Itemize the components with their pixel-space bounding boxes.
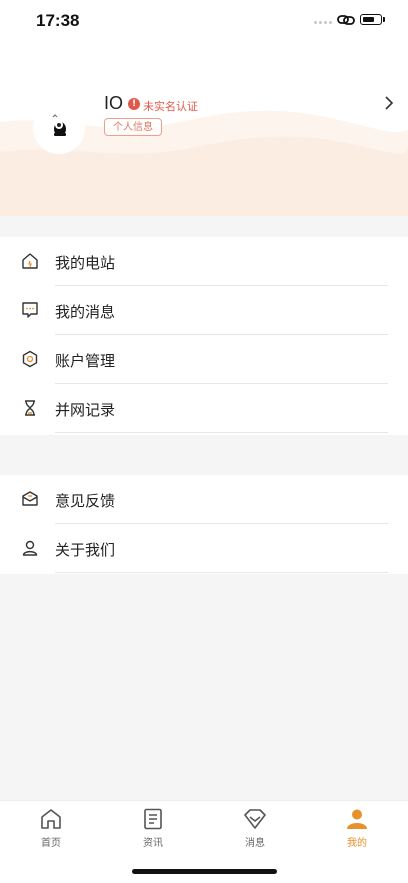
menu-item-about-us[interactable]: 关于我们 [0, 524, 408, 573]
envelope-icon [22, 491, 38, 506]
tab-home[interactable]: 首页 [21, 807, 81, 849]
tab-label: 消息 [245, 838, 265, 849]
message-bubble-icon [22, 302, 38, 318]
menu-group-main: 我的电站 我的消息 账户管理 并网记录 [0, 237, 408, 435]
avatar-image [52, 114, 66, 136]
home-indicator [132, 869, 277, 874]
menu-item-feedback[interactable]: 意见反馈 [0, 475, 408, 524]
tab-messages[interactable]: 消息 [225, 807, 285, 849]
person-icon [347, 809, 367, 829]
menu-label: 我的电站 [55, 254, 116, 272]
settings-hexagon-icon [22, 350, 38, 368]
divider [55, 432, 388, 433]
menu-label: 关于我们 [55, 541, 116, 559]
link-icon [337, 15, 355, 25]
home-icon [41, 809, 61, 829]
menu-label: 意见反馈 [55, 492, 116, 510]
tab-news[interactable]: 资讯 [123, 807, 183, 849]
status-time: 17:38 [36, 11, 80, 30]
menu-label: 并网记录 [55, 401, 116, 419]
profile-header[interactable]: IO ! 未实名认证 个人信息 [0, 44, 408, 216]
battery-icon [360, 14, 382, 25]
warning-icon: ! [128, 98, 140, 110]
menu-item-grid-records[interactable]: 并网记录 [0, 384, 408, 433]
document-icon [144, 808, 162, 830]
username: IO [104, 93, 124, 113]
chevron-right-icon[interactable] [384, 96, 394, 110]
divider [55, 572, 388, 573]
signal-icon [314, 21, 332, 24]
menu-group-secondary: 意见反馈 关于我们 [0, 475, 408, 574]
menu-label: 我的消息 [55, 303, 116, 321]
menu-item-account-management[interactable]: 账户管理 [0, 335, 408, 384]
personal-info-button[interactable]: 个人信息 [104, 118, 162, 136]
tab-mine[interactable]: 我的 [327, 807, 387, 849]
tab-label: 资讯 [143, 838, 163, 849]
diamond-mail-icon [244, 809, 266, 829]
menu-label: 账户管理 [55, 352, 116, 370]
person-outline-icon [22, 540, 38, 556]
home-outline-icon [22, 253, 38, 269]
menu-item-my-messages[interactable]: 我的消息 [0, 286, 408, 335]
status-bar: 17:38 [0, 0, 408, 44]
avatar[interactable] [33, 102, 85, 154]
menu-item-my-station[interactable]: 我的电站 [0, 237, 408, 286]
verification-status[interactable]: 未实名认证 [143, 98, 198, 114]
tab-label: 我的 [347, 838, 367, 849]
hourglass-icon [25, 400, 35, 416]
tab-label: 首页 [41, 838, 61, 849]
